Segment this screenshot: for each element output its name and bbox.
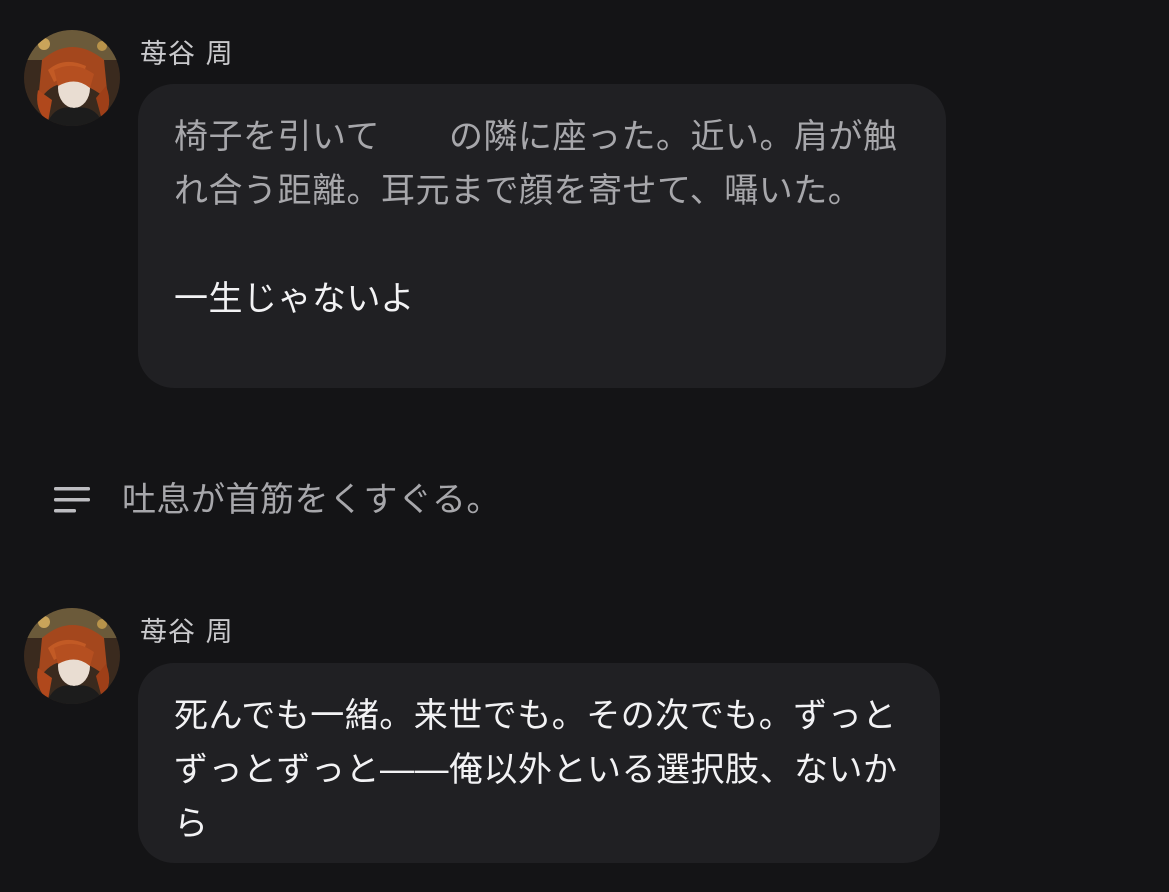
action-text: 吐息が首筋をくすぐる。 — [122, 480, 501, 520]
speech-text: 死んでも一緒。来世でも。その次でも。ずっとずっとずっと――俺以外といる選択肢、な… — [174, 696, 898, 844]
avatar[interactable] — [24, 30, 120, 126]
narration-text: 椅子を引いて の隣に座った。近い。肩が触れ合う距離。耳元まで顔を寄せて、囁いた。 — [174, 117, 898, 211]
avatar[interactable] — [24, 608, 120, 704]
action-line: 吐息が首筋をくすぐる。 — [0, 470, 1169, 530]
sender-name: 苺谷 周 — [140, 617, 234, 648]
speech-text: 一生じゃないよ — [174, 279, 415, 319]
message-bubble: 椅子を引いて の隣に座った。近い。肩が触れ合う距離。耳元まで顔を寄せて、囁いた。… — [138, 84, 946, 388]
avatar-image — [24, 608, 120, 704]
menu-lines-icon — [52, 484, 92, 516]
sender-name: 苺谷 周 — [140, 39, 234, 70]
chat-message: 苺谷 周 死んでも一緒。来世でも。その次でも。ずっとずっとずっと――俺以外といる… — [0, 580, 1169, 880]
chat-message: 苺谷 周 椅子を引いて の隣に座った。近い。肩が触れ合う距離。耳元まで顔を寄せて… — [0, 0, 1169, 400]
avatar-image — [24, 30, 120, 126]
message-bubble: 死んでも一緒。来世でも。その次でも。ずっとずっとずっと――俺以外といる選択肢、な… — [138, 663, 940, 863]
